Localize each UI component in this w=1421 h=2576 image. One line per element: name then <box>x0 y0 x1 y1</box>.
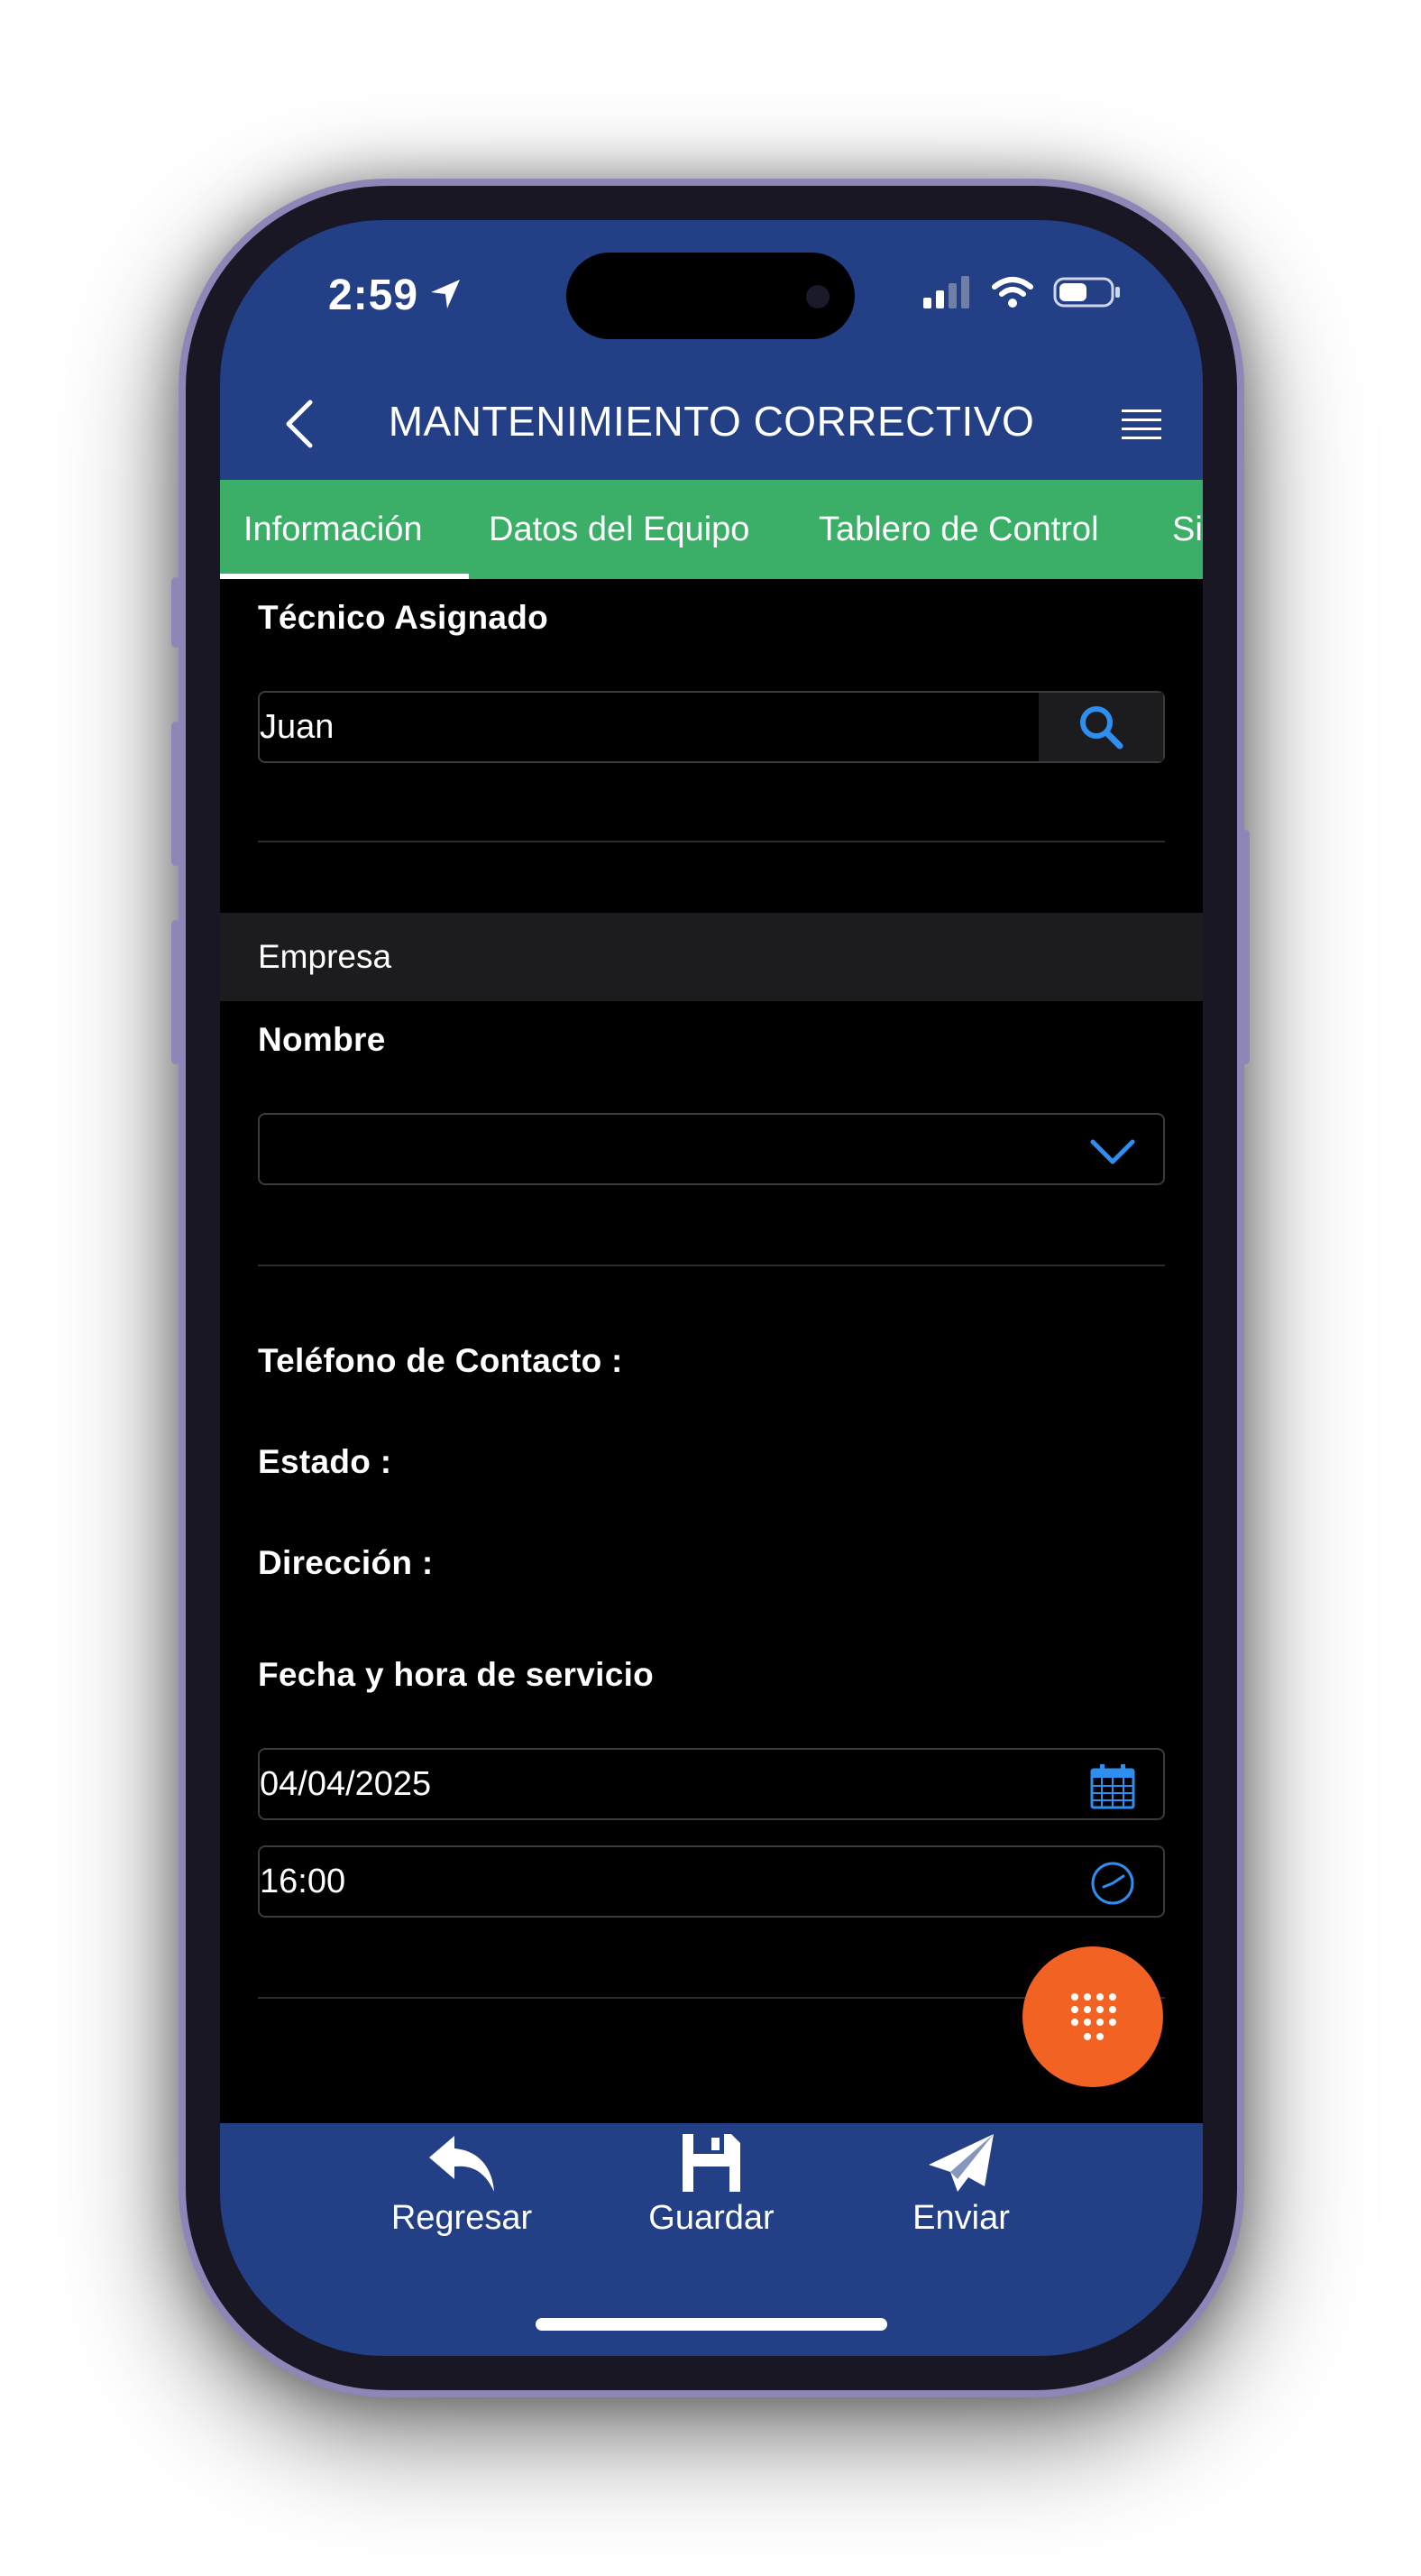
status-time: 2:59 <box>328 271 419 319</box>
tecnico-label: Técnico Asignado <box>258 599 549 636</box>
date-field[interactable]: 04/04/2025 <box>258 1748 1165 1820</box>
direccion-label: Dirección : <box>258 1544 434 1581</box>
tab-bar: Información Datos del Equipo Tablero de … <box>220 480 1203 579</box>
telefono-label: Teléfono de Contacto : <box>258 1342 623 1379</box>
wifi-icon <box>992 277 1033 308</box>
power-button <box>1241 830 1250 1064</box>
empresa-section-header: Empresa <box>220 913 1203 1001</box>
signal-icon <box>923 276 969 308</box>
paper-plane-icon <box>929 2134 994 2192</box>
tab-informacion[interactable]: Información <box>243 480 423 579</box>
app-header: 2:59 MANTENIMIENTO CORRECTIVO <box>220 220 1203 480</box>
reply-arrow-icon <box>429 2136 494 2192</box>
tab-datos-equipo[interactable]: Datos del Equipo <box>489 480 749 579</box>
device-frame: 2:59 MANTENIMIENTO CORRECTIVO Informació… <box>0 0 1421 2576</box>
clock-icon[interactable] <box>1089 1860 1136 1907</box>
keypad-fab-button[interactable] <box>1022 1946 1163 2087</box>
app-screen: 2:59 MANTENIMIENTO CORRECTIVO Informació… <box>220 220 1203 2356</box>
keypad-icon <box>1071 1993 1116 2040</box>
save-floppy-icon <box>683 2134 740 2192</box>
empresa-section-title: Empresa <box>258 938 392 975</box>
calendar-icon[interactable] <box>1089 1762 1136 1809</box>
volume-down-button <box>171 920 180 1064</box>
regresar-button[interactable]: Regresar <box>362 2123 561 2238</box>
time-value: 16:00 <box>260 1863 346 1900</box>
servicio-label: Fecha y hora de servicio <box>258 1656 655 1693</box>
status-icons <box>923 274 1122 310</box>
dynamic-island <box>566 253 855 339</box>
guardar-label: Guardar <box>648 2199 775 2237</box>
tab-tablero-control[interactable]: Tablero de Control <box>819 480 1099 579</box>
enviar-label: Enviar <box>912 2199 1010 2237</box>
active-tab-indicator <box>220 574 469 579</box>
tab-overflow[interactable]: Si <box>1172 480 1203 579</box>
enviar-button[interactable]: Enviar <box>862 2123 1060 2238</box>
location-arrow-icon <box>431 280 460 308</box>
search-button[interactable] <box>1039 693 1163 761</box>
tecnico-field[interactable]: Juan <box>258 691 1165 763</box>
search-icon <box>1080 706 1123 750</box>
bottom-action-bar: Regresar Guardar Enviar <box>220 2123 1203 2356</box>
menu-icon[interactable] <box>1120 404 1163 447</box>
silent-switch <box>171 577 180 648</box>
tecnico-value: Juan <box>260 708 335 746</box>
divider <box>258 841 1165 842</box>
volume-up-button <box>171 722 180 866</box>
guardar-button[interactable]: Guardar <box>612 2123 811 2238</box>
time-field[interactable]: 16:00 <box>258 1845 1165 1918</box>
nombre-select[interactable] <box>258 1113 1165 1185</box>
nombre-label: Nombre <box>258 1021 386 1058</box>
battery-icon <box>1053 277 1120 308</box>
date-value: 04/04/2025 <box>260 1765 432 1803</box>
chevron-down-icon <box>1090 1139 1135 1164</box>
divider <box>258 1265 1165 1266</box>
page-title: MANTENIMIENTO CORRECTIVO <box>388 398 1035 445</box>
regresar-label: Regresar <box>390 2199 533 2237</box>
home-indicator <box>536 2318 887 2331</box>
estado-label: Estado : <box>258 1443 392 1480</box>
